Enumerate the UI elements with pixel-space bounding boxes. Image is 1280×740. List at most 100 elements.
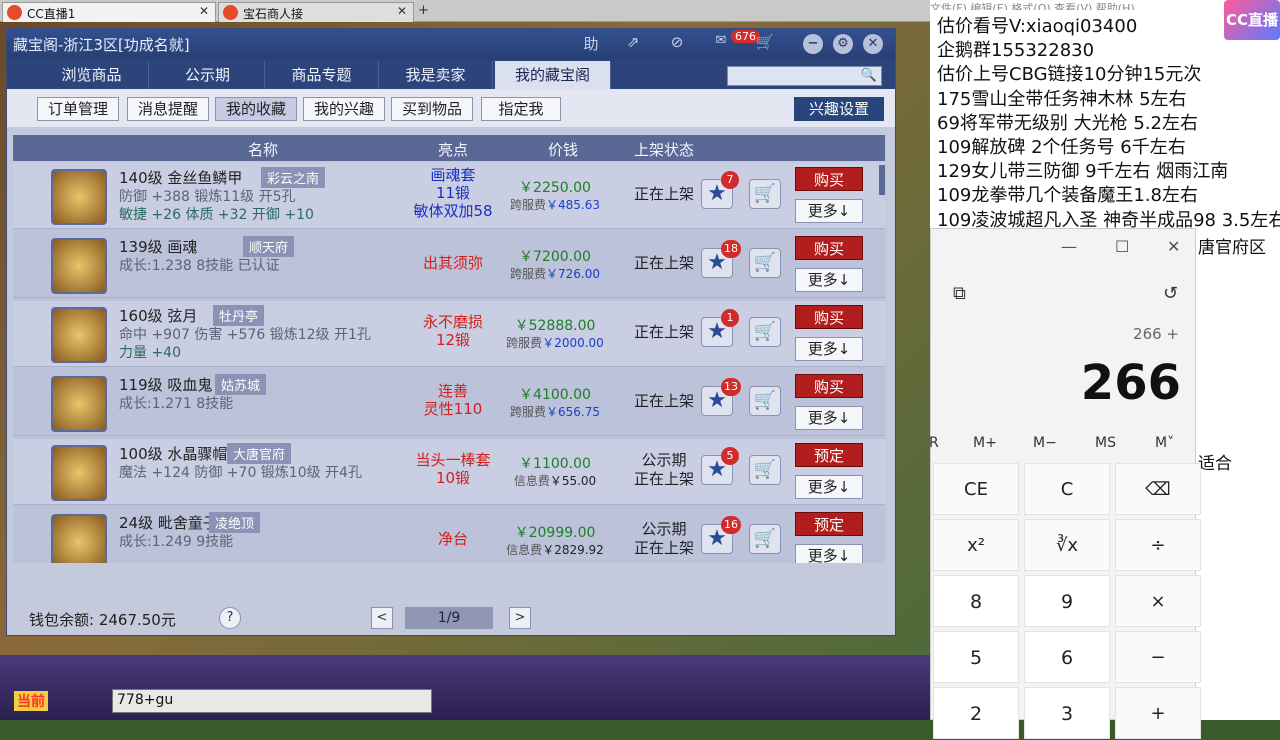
memory-clear-button[interactable]: R	[929, 435, 939, 451]
plus-button[interactable]: +	[1115, 687, 1201, 739]
table-row[interactable]: 100级 水晶骤帽 大唐官府 魔法 +124 防御 +70 锻炼10级 开4孔 当头一…	[13, 439, 885, 505]
bought-items-button[interactable]: 买到物品	[391, 97, 473, 121]
message-reminder-button[interactable]: 消息提醒	[127, 97, 209, 121]
close-tab-icon[interactable]: ✕	[199, 4, 209, 18]
item-avatar[interactable]	[51, 169, 107, 225]
cart-icon[interactable]: 🛒	[753, 33, 777, 55]
help-button[interactable]: 助	[579, 33, 603, 55]
minus-button[interactable]: −	[1115, 631, 1201, 683]
notepad-line: 129女儿带三防御 9千左右 烟雨江南	[937, 161, 1229, 183]
chat-channel[interactable]: 当前	[14, 691, 48, 711]
memory-add-button[interactable]: M+	[973, 435, 997, 451]
tab-seller[interactable]: 我是卖家	[379, 61, 493, 89]
chat-input[interactable]: 778+gu	[112, 689, 432, 713]
add-to-cart-icon[interactable]: 🛒	[749, 248, 781, 278]
keep-on-top-icon[interactable]: ⧉	[953, 283, 966, 304]
buy-button[interactable]: 购买	[795, 236, 863, 260]
assigned-to-me-button[interactable]: 指定我	[481, 97, 561, 121]
help-icon[interactable]: ?	[219, 607, 241, 629]
buy-button[interactable]: 购买	[795, 167, 863, 191]
memory-list-button[interactable]: M˅	[1155, 435, 1174, 451]
digit-8-button[interactable]: 8	[933, 575, 1019, 627]
digit-9-button[interactable]: 9	[1024, 575, 1110, 627]
highlight-text: 灵性110	[423, 400, 483, 418]
square-button[interactable]: x²	[933, 519, 1019, 571]
more-button[interactable]: 更多↓	[795, 475, 863, 499]
close-button[interactable]: ✕	[863, 34, 883, 54]
add-to-cart-icon[interactable]: 🛒	[749, 317, 781, 347]
digit-2-button[interactable]: 2	[933, 687, 1019, 739]
buy-button[interactable]: 购买	[795, 305, 863, 329]
more-button[interactable]: 更多↓	[795, 544, 863, 563]
tab-browse[interactable]: 浏览商品	[35, 61, 149, 89]
calc-minimize-button[interactable]: —	[1061, 237, 1077, 256]
item-avatar[interactable]	[51, 307, 107, 363]
item-name[interactable]: 119级 吸血鬼	[119, 374, 212, 395]
fee-text: 跨服费￥2000.00	[505, 334, 605, 351]
add-to-cart-icon[interactable]: 🛒	[749, 455, 781, 485]
browser-tab-cc-live[interactable]: CC直播1 ✕	[2, 2, 216, 22]
highlight-text: 当头一棒套	[415, 451, 491, 469]
digit-5-button[interactable]: 5	[933, 631, 1019, 683]
notepad-menu[interactable]: 文件(F) 编辑(E) 格式(O) 查看(V) 帮助(H)	[930, 0, 1230, 10]
cube-root-button[interactable]: ∛x	[1024, 519, 1110, 571]
interest-settings-button[interactable]: 兴趣设置	[794, 97, 884, 121]
multiply-button[interactable]: ×	[1115, 575, 1201, 627]
item-name[interactable]: 139级 画魂	[119, 236, 197, 257]
divide-button[interactable]: ÷	[1115, 519, 1201, 571]
history-icon[interactable]: ↺	[1163, 283, 1178, 304]
add-to-cart-icon[interactable]: 🛒	[749, 524, 781, 554]
item-name[interactable]: 160级 弦月	[119, 305, 197, 326]
digit-3-button[interactable]: 3	[1024, 687, 1110, 739]
message-icon[interactable]: ✉	[709, 33, 733, 55]
more-button[interactable]: 更多↓	[795, 337, 863, 361]
table-row[interactable]: 160级 弦月 牡丹亭 命中 +907 伤害 +576 锻炼12级 开1孔 力量 +4…	[13, 301, 885, 367]
buy-button[interactable]: 购买	[795, 374, 863, 398]
more-button[interactable]: 更多↓	[795, 199, 863, 223]
clear-button[interactable]: C	[1024, 463, 1110, 515]
table-row[interactable]: 140级 金丝鱼鳞甲 彩云之南 防御 +388 锻炼11级 开5孔 敏捷 +26 体质…	[13, 163, 885, 229]
item-avatar[interactable]	[51, 376, 107, 432]
table-row[interactable]: 24级 毗舍童子 凌绝顶 成长:1.249 9技能 净台 ￥20999.00 信息费￥28…	[13, 508, 885, 563]
digit-6-button[interactable]: 6	[1024, 631, 1110, 683]
tab-public[interactable]: 公示期	[151, 61, 265, 89]
more-button[interactable]: 更多↓	[795, 268, 863, 292]
prev-page-button[interactable]: <	[371, 607, 393, 629]
settings-button[interactable]: ⚙	[833, 34, 853, 54]
table-row[interactable]: 139级 画魂 顺天府 成长:1.238 8技能 已认证 出其须弥 ￥7200.00 跨服…	[13, 232, 885, 298]
tab-topics[interactable]: 商品专题	[265, 61, 379, 89]
share-icon[interactable]: ⇗	[621, 33, 645, 55]
minimize-button[interactable]: −	[803, 34, 823, 54]
add-to-cart-icon[interactable]: 🛒	[749, 386, 781, 416]
new-tab-button[interactable]: +	[418, 3, 429, 18]
buy-button[interactable]: 预定	[795, 512, 863, 536]
calc-close-button[interactable]: ✕	[1167, 237, 1180, 256]
item-attributes: 命中 +907 伤害 +576 锻炼12级 开1孔	[119, 327, 371, 343]
next-page-button[interactable]: >	[509, 607, 531, 629]
item-name[interactable]: 140级 金丝鱼鳞甲	[119, 167, 242, 188]
table-row[interactable]: 119级 吸血鬼 姑苏城 成长:1.271 8技能 连善 灵性110 ￥4100.00 跨服…	[13, 370, 885, 436]
clear-entry-button[interactable]: CE	[933, 463, 1019, 515]
item-name[interactable]: 24级 毗舍童子	[119, 512, 218, 533]
add-to-cart-icon[interactable]: 🛒	[749, 179, 781, 209]
my-favorites-button[interactable]: 我的收藏	[215, 97, 297, 121]
search-icon[interactable]: 🔍	[861, 68, 877, 83]
memory-subtract-button[interactable]: M−	[1033, 435, 1057, 451]
buy-button[interactable]: 预定	[795, 443, 863, 467]
browser-tab-gem[interactable]: 宝石商人接 ✕	[218, 2, 414, 22]
order-management-button[interactable]: 订单管理	[37, 97, 119, 121]
item-avatar[interactable]	[51, 238, 107, 294]
my-interests-button[interactable]: 我的兴趣	[303, 97, 385, 121]
scrollbar-thumb[interactable]	[879, 165, 885, 195]
memory-store-button[interactable]: MS	[1095, 435, 1116, 451]
tab-my-pavilion[interactable]: 我的藏宝阁	[495, 61, 611, 89]
close-tab-icon[interactable]: ✕	[397, 4, 407, 18]
item-avatar[interactable]	[51, 445, 107, 501]
search-input[interactable]: 🔍	[727, 66, 882, 86]
item-name[interactable]: 100级 水晶骤帽	[119, 443, 227, 464]
more-button[interactable]: 更多↓	[795, 406, 863, 430]
calc-maximize-button[interactable]: ☐	[1115, 237, 1129, 256]
backspace-button[interactable]: ⌫	[1115, 463, 1201, 515]
item-avatar[interactable]	[51, 514, 107, 563]
stop-icon[interactable]: ⊘	[665, 33, 689, 55]
